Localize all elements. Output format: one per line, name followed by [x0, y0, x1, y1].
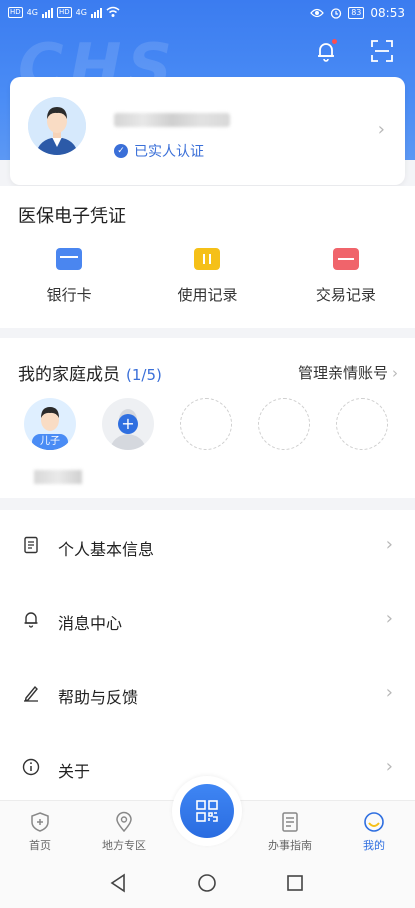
family-members: 儿子 +: [24, 398, 388, 450]
shield-home-icon: [31, 812, 49, 832]
document-icon: [24, 536, 38, 554]
hd-icon: HD: [56, 6, 72, 18]
signal-bars-icon: [41, 6, 53, 18]
settings-menu: 个人基本信息 › 消息中心 › 帮助与反馈 › 关于 ›: [0, 510, 415, 806]
member-name-redacted: [34, 470, 82, 484]
tab-service-guide[interactable]: 办事指南: [250, 811, 330, 853]
tab-local-zone[interactable]: 地方专区: [84, 811, 164, 853]
family-title: 我的家庭成员: [18, 365, 120, 385]
tab-label: 我的: [363, 839, 385, 852]
network-label: 4G: [75, 7, 87, 17]
chevron-right-icon: ›: [385, 534, 393, 555]
transaction-record-button[interactable]: 交易记录: [277, 248, 415, 305]
signal-bars-icon: [90, 6, 102, 18]
son-tag: 儿子: [32, 434, 68, 450]
menu-label: 关于: [58, 762, 91, 781]
empty-member-slot: [258, 398, 310, 450]
verified-label: 已实人认证: [134, 144, 204, 160]
qr-scan-icon: [196, 800, 218, 822]
tab-label: 办事指南: [268, 839, 312, 852]
usage-record-icon: [194, 248, 221, 270]
menu-item-message-center[interactable]: 消息中心 ›: [0, 584, 415, 658]
notification-dot: [332, 39, 337, 44]
avatar: [28, 97, 86, 155]
section-title: 医保电子凭证: [18, 206, 126, 227]
transaction-record-icon: [332, 248, 359, 270]
manage-family-label: 管理亲情账号: [297, 364, 388, 382]
manage-family-link[interactable]: 管理亲情账号 ›: [298, 362, 398, 383]
chevron-right-icon: ›: [385, 682, 393, 703]
bank-card-icon: [56, 248, 83, 270]
recents-square-icon[interactable]: [285, 872, 305, 894]
empty-member-slot: [336, 398, 388, 450]
family-count: (1/5): [126, 366, 162, 384]
usage-record-button[interactable]: 使用记录: [138, 248, 276, 305]
menu-label: 消息中心: [58, 614, 123, 633]
info-icon: [22, 758, 40, 776]
tab-home[interactable]: 首页: [0, 811, 80, 853]
network-label: 4G: [26, 7, 38, 17]
menu-item-help-feedback[interactable]: 帮助与反馈 ›: [0, 658, 415, 732]
scan-frame-icon[interactable]: [369, 38, 395, 64]
tab-label: 首页: [29, 839, 51, 852]
tab-mine[interactable]: 我的: [334, 811, 414, 853]
pen-icon: [24, 685, 38, 702]
qr-scan-button[interactable]: [180, 784, 234, 838]
user-name-redacted: [114, 113, 230, 127]
clock: 08:53: [370, 6, 405, 20]
chevron-right-icon: ›: [377, 119, 385, 140]
check-badge-icon: ✓: [114, 144, 128, 158]
header-actions: [313, 38, 395, 64]
back-triangle-icon[interactable]: [108, 872, 128, 894]
notification-bell-icon[interactable]: [313, 38, 339, 64]
empty-member-slot: [180, 398, 232, 450]
status-bar: HD 4G HD 4G 83 08:53: [0, 0, 415, 28]
guide-document-icon: [282, 812, 298, 832]
profile-face-icon: [364, 812, 384, 832]
wifi-icon: [106, 6, 120, 17]
credential-items: 银行卡 使用记录 交易记录: [0, 248, 415, 305]
usage-record-label: 使用记录: [177, 286, 238, 304]
signal-indicators: HD 4G HD 4G: [8, 6, 120, 18]
plus-icon: +: [118, 414, 138, 434]
home-circle-icon[interactable]: [196, 872, 218, 894]
menu-item-personal-info[interactable]: 个人基本信息 ›: [0, 510, 415, 584]
chevron-right-icon: ›: [385, 608, 393, 629]
system-nav-bar: [0, 862, 415, 908]
bank-card-button[interactable]: 银行卡: [0, 248, 138, 305]
profile-card[interactable]: ✓ 已实人认证 ›: [10, 77, 405, 185]
bell-icon: [24, 612, 38, 628]
battery-icon: 83: [348, 7, 365, 19]
family-header: 我的家庭成员 (1/5) 管理亲情账号 ›: [18, 360, 398, 385]
chevron-right-icon: ›: [385, 756, 393, 777]
verified-status: ✓ 已实人认证: [114, 141, 204, 161]
location-pin-icon: [116, 811, 132, 833]
bank-card-label: 银行卡: [46, 286, 92, 304]
transaction-record-label: 交易记录: [315, 286, 376, 304]
hd-icon: HD: [8, 6, 23, 18]
family-member-son[interactable]: 儿子: [24, 398, 76, 450]
menu-label: 个人基本信息: [58, 540, 155, 559]
eye-icon: [310, 8, 325, 18]
status-right: 83 08:53: [310, 6, 405, 20]
tab-label: 地方专区: [102, 839, 146, 852]
alarm-icon: [331, 8, 342, 19]
menu-label: 帮助与反馈: [58, 688, 139, 707]
chevron-right-icon: ›: [392, 364, 398, 382]
add-member-button[interactable]: +: [102, 398, 154, 450]
